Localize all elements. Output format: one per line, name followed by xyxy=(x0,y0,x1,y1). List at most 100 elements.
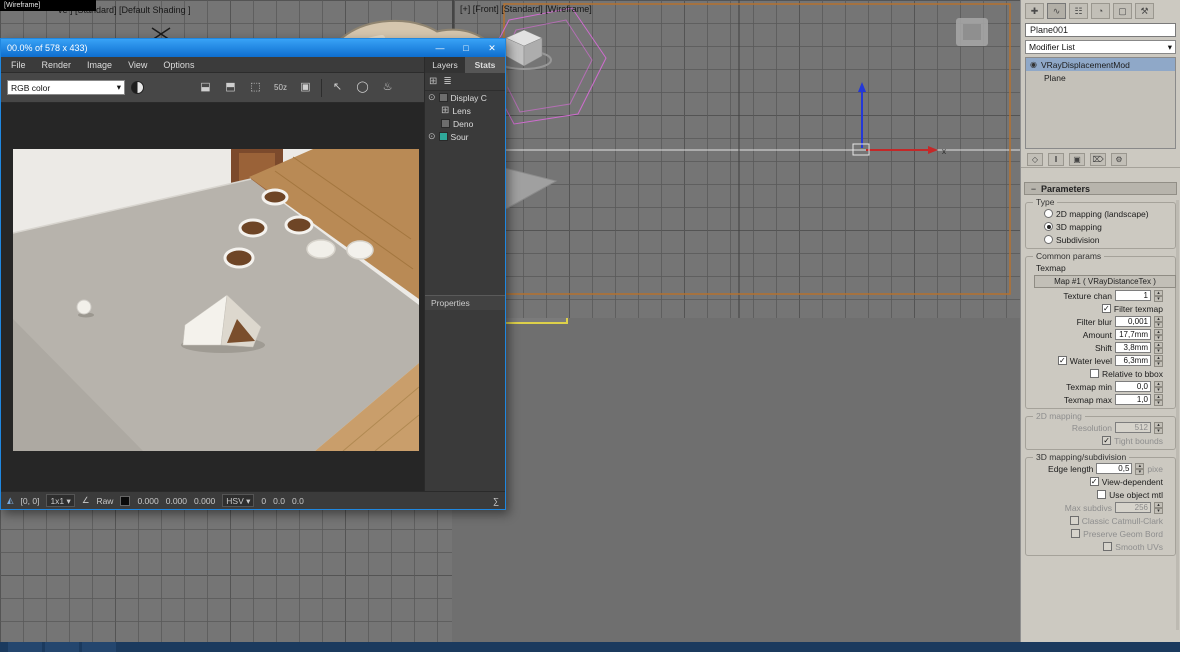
layer-row[interactable]: ⊞ Lens xyxy=(425,104,505,117)
mapping-3d-title: 3D mapping/subdivision xyxy=(1033,452,1129,462)
filter-blur-spinner[interactable]: ▴▾ xyxy=(1154,316,1163,328)
configure-modifier-icon[interactable]: ⚙ xyxy=(1111,153,1127,166)
viewcube-front-face[interactable] xyxy=(963,24,981,40)
radio-row[interactable]: 3D mapping xyxy=(1026,220,1175,233)
menu-file[interactable]: File xyxy=(11,60,26,70)
layer-row[interactable]: ⊙ Sour xyxy=(425,130,505,143)
edge-length-input[interactable]: 0,5 xyxy=(1096,463,1132,474)
channel-dropdown-value: RGB color xyxy=(11,83,50,93)
save-image-icon[interactable]: ⬓ xyxy=(196,78,215,97)
tab-motion-icon[interactable]: ◔ xyxy=(1091,3,1110,19)
tab-utilities-icon[interactable]: ⚒ xyxy=(1135,3,1154,19)
channel-dropdown[interactable]: RGB color ▾ xyxy=(7,80,125,95)
zoom-dropdown[interactable]: 1x1 ▾ xyxy=(46,494,74,507)
parameters-rollout-header[interactable]: −Parameters xyxy=(1024,182,1177,195)
add-layer-icon[interactable]: ⊞ xyxy=(429,76,437,87)
texmap-min-input[interactable]: 0,0 xyxy=(1115,381,1151,392)
layer-options-icon[interactable]: ≣ xyxy=(443,76,451,87)
region-select-icon[interactable]: ◯ xyxy=(353,78,372,97)
radio-row[interactable]: 2D mapping (landscape) xyxy=(1026,207,1175,220)
mapping-2d-group: 2D mapping Resolution 512 ▴▾ Tight bound… xyxy=(1025,416,1176,450)
properties-section-header[interactable]: Properties xyxy=(425,295,505,310)
type-group: Type 2D mapping (landscape) 3D mapping S… xyxy=(1025,202,1176,249)
water-level-checkbox[interactable] xyxy=(1058,356,1067,365)
water-level-spinner[interactable]: ▴▾ xyxy=(1154,355,1163,367)
modifier-name: VRayDisplacementMod xyxy=(1041,60,1130,70)
edge-length-unit: pixe xyxy=(1147,464,1163,474)
preserve-geom-borders-label: Preserve Geom Bord xyxy=(1083,529,1163,539)
clear-image-icon[interactable]: ♨ xyxy=(378,78,397,97)
expand-icon[interactable]: ⊞ xyxy=(441,105,449,116)
make-unique-icon[interactable]: ▣ xyxy=(1069,153,1085,166)
v-value: 0.0 xyxy=(292,496,304,506)
srgb-toggle-icon[interactable] xyxy=(131,81,144,94)
radio-2d-mapping[interactable] xyxy=(1044,209,1053,218)
menu-view[interactable]: View xyxy=(128,60,147,70)
taskbar-item[interactable] xyxy=(45,642,79,652)
layer-row[interactable]: Deno xyxy=(425,117,505,130)
radio-subdivision[interactable] xyxy=(1044,235,1053,244)
object-name-field[interactable]: Plane001 xyxy=(1025,23,1176,37)
vfb-titlebar[interactable]: 00.0% of 578 x 433) — □ ✕ xyxy=(1,39,505,57)
menu-image[interactable]: Image xyxy=(87,60,112,70)
shift-input[interactable]: 3,8mm xyxy=(1115,342,1151,353)
amount-input[interactable]: 17,7mm xyxy=(1115,329,1151,340)
radio-3d-mapping[interactable] xyxy=(1044,222,1053,231)
duplicate-buffer-icon[interactable]: ▣ xyxy=(296,78,315,97)
colorspace-dropdown[interactable]: HSV ▾ xyxy=(222,494,254,507)
modifier-visibility-icon[interactable]: ◉ xyxy=(1030,60,1037,69)
texmap-max-input[interactable]: 1,0 xyxy=(1115,394,1151,405)
save-all-channels-icon[interactable]: ⬒ xyxy=(221,78,240,97)
texture-chan-spinner[interactable]: ▴▾ xyxy=(1154,290,1163,302)
edge-length-spinner[interactable]: ▴▾ xyxy=(1135,463,1144,475)
modifier-stack-row[interactable]: Plane xyxy=(1026,71,1175,84)
curves-icon[interactable]: ∑ xyxy=(493,496,499,506)
maximize-button[interactable]: □ xyxy=(453,39,479,57)
pin-stack-icon[interactable]: ◇ xyxy=(1027,153,1043,166)
zoom-50-icon[interactable]: 50z xyxy=(271,78,290,97)
texmap-max-spinner[interactable]: ▴▾ xyxy=(1154,394,1163,406)
taskbar-item[interactable] xyxy=(8,642,42,652)
use-object-mtl-checkbox[interactable] xyxy=(1097,490,1106,499)
minimize-button[interactable]: — xyxy=(427,39,453,57)
menu-render[interactable]: Render xyxy=(42,60,72,70)
taskbar[interactable] xyxy=(0,642,1180,652)
region-render-icon[interactable]: ⬚ xyxy=(246,78,265,97)
show-end-result-icon[interactable]: ‖ xyxy=(1048,153,1064,166)
radio-row[interactable]: Subdivision xyxy=(1026,233,1175,246)
amount-spinner[interactable]: ▴▾ xyxy=(1154,329,1163,341)
tab-display-icon[interactable]: ▢ xyxy=(1113,3,1132,19)
visibility-eye-icon[interactable]: ⊙ xyxy=(428,131,436,142)
texmap-button[interactable]: Map #1 ( VRayDistanceTex ) xyxy=(1034,275,1176,288)
filter-blur-input[interactable]: 0,001 xyxy=(1115,316,1151,327)
tab-layers[interactable]: Layers xyxy=(425,57,465,73)
menu-options[interactable]: Options xyxy=(163,60,194,70)
water-level-label: Water level xyxy=(1070,356,1112,366)
tab-modify-icon[interactable]: ∿ xyxy=(1047,3,1066,19)
modifier-list-dropdown[interactable]: Modifier List▾ xyxy=(1025,40,1176,54)
filter-texmap-checkbox[interactable] xyxy=(1102,304,1111,313)
layer-row[interactable]: ⊙ Display C xyxy=(425,91,505,104)
tab-stats[interactable]: Stats xyxy=(465,57,505,73)
smooth-uvs-checkbox xyxy=(1103,542,1112,551)
follow-mouse-icon[interactable]: ↖ xyxy=(328,78,347,97)
tab-hierarchy-icon[interactable]: ☷ xyxy=(1069,3,1088,19)
tab-create-icon[interactable]: ✚ xyxy=(1025,3,1044,19)
viewport-front-label[interactable]: [+] [Front] [Standard] [Wireframe] xyxy=(460,4,592,14)
water-level-input[interactable]: 6,3mm xyxy=(1115,355,1151,366)
modifier-stack-row[interactable]: ◉ VRayDisplacementMod xyxy=(1026,58,1175,71)
visibility-eye-icon[interactable]: ⊙ xyxy=(428,92,436,103)
close-button[interactable]: ✕ xyxy=(479,39,505,57)
texmap-min-spinner[interactable]: ▴▾ xyxy=(1154,381,1163,393)
vray-frame-buffer-window[interactable]: 00.0% of 578 x 433) — □ ✕ File Render Im… xyxy=(0,38,506,510)
vfb-canvas[interactable] xyxy=(1,103,425,493)
panel-scrollbar[interactable] xyxy=(1176,200,1179,630)
taskbar-item[interactable] xyxy=(82,642,116,652)
view-dependent-checkbox[interactable] xyxy=(1090,477,1099,486)
texture-chan-input[interactable]: 1 xyxy=(1115,290,1151,301)
rendered-image[interactable] xyxy=(13,149,419,451)
relative-bbox-checkbox[interactable] xyxy=(1090,369,1099,378)
shift-spinner[interactable]: ▴▾ xyxy=(1154,342,1163,354)
remove-modifier-icon[interactable]: ⌦ xyxy=(1090,153,1106,166)
viewport-top-left-label[interactable]: [Wireframe] xyxy=(0,0,96,11)
